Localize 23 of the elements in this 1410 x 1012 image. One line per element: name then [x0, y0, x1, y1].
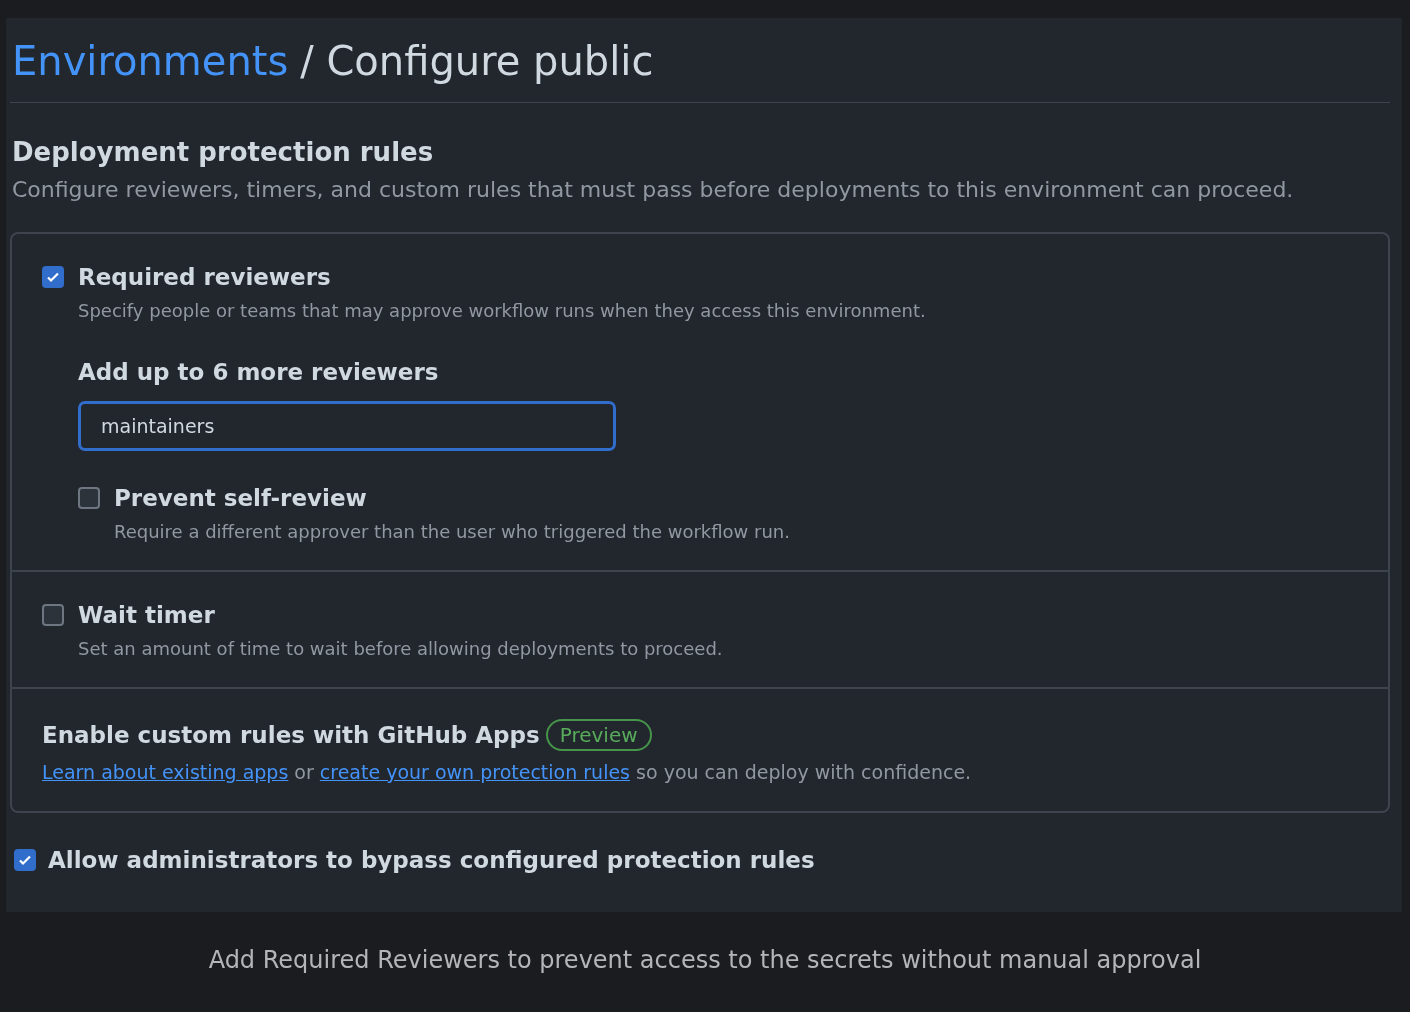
reviewers-label: Add up to 6 more reviewers: [78, 359, 440, 385]
bypass-label: Allow administrators to bypass configured protection rules: [48, 847, 815, 873]
caption: Add Required Reviewers to prevent access to the secrets without manual approval: [207, 946, 1203, 974]
reviewers-input-field[interactable]: maintainers: [78, 401, 616, 451]
checkbox[interactable]: [78, 487, 100, 509]
rule-description: Specify people or teams that may approve workflow runs when they access this environment.: [78, 300, 927, 321]
rule-description: Require a different approver than the user who triggered the workflow run.: [114, 521, 791, 542]
section-description: Configure reviewers, timers, and custom rules that must pass before deployments to this environment can proceed.: [12, 177, 1295, 202]
section-title: Deployment protection rules: [12, 137, 435, 167]
help-link[interactable]: Learn about existing apps: [42, 761, 289, 783]
environments-link[interactable]: Environments: [12, 38, 289, 84]
rule-label: Required reviewers: [78, 264, 331, 290]
checkbox[interactable]: [14, 849, 36, 871]
rule-title: Enable custom rules with GitHub Apps: [42, 722, 540, 748]
help-link[interactable]: create your own protection rules: [319, 761, 631, 783]
rule-description: Set an amount of time to wait before allowing deployments to proceed.: [78, 638, 724, 659]
rule-label: Prevent self-review: [114, 485, 367, 511]
checkbox[interactable]: [42, 266, 64, 288]
page-title: / Configure public: [300, 38, 654, 84]
checkbox[interactable]: [42, 604, 64, 626]
rule-description: Learn about existing apps or create your own protection rules so you can deploy with confidence.: [42, 761, 973, 783]
rule-label: Wait timer: [78, 602, 215, 628]
preview-badge: Preview: [545, 719, 652, 751]
